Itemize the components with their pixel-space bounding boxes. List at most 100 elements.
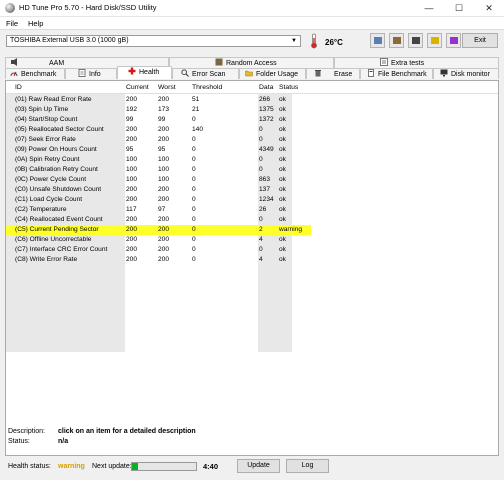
cell-worst: 95 xyxy=(158,146,165,153)
camera-icon xyxy=(412,37,420,44)
magnifier-icon xyxy=(181,69,189,77)
cell-current: 117 xyxy=(126,206,137,213)
cell-current: 200 xyxy=(126,136,137,143)
table-row[interactable]: (0A) Spin Retry Count10010000ok xyxy=(6,155,311,165)
tab-info[interactable]: Info xyxy=(65,68,117,79)
table-row[interactable]: (C4) Reallocated Event Count20020000ok xyxy=(6,215,311,225)
cell-worst: 200 xyxy=(158,96,169,103)
trash-icon xyxy=(314,69,322,77)
monitor-icon xyxy=(440,69,448,77)
countdown-value: 4:40 xyxy=(203,462,218,471)
cell-current: 100 xyxy=(126,166,137,173)
cell-current: 200 xyxy=(126,186,137,193)
cell-data: 0 xyxy=(259,166,263,173)
cell-id: (C7) Interface CRC Error Count xyxy=(15,246,107,253)
header-id[interactable]: ID xyxy=(15,84,22,91)
save-button[interactable] xyxy=(446,33,461,48)
header-worst[interactable]: Worst xyxy=(158,84,176,91)
cell-threshold: 0 xyxy=(192,196,196,203)
close-button[interactable]: ✕ xyxy=(474,0,504,16)
cell-threshold: 0 xyxy=(192,116,196,123)
extra-tests-icon xyxy=(380,58,388,66)
cell-worst: 200 xyxy=(158,256,169,263)
exit-button[interactable]: Exit xyxy=(462,33,498,48)
table-row[interactable]: (09) Power On Hours Count959504349ok xyxy=(6,145,311,155)
cell-status: warning xyxy=(279,226,302,233)
cell-current: 200 xyxy=(126,126,137,133)
copy-text-button[interactable] xyxy=(370,33,385,48)
cell-data: 4349 xyxy=(259,146,274,153)
cell-status: ok xyxy=(279,166,286,173)
health-cross-icon xyxy=(128,67,136,75)
cell-threshold: 0 xyxy=(192,176,196,183)
cell-current: 200 xyxy=(126,256,137,263)
cell-data: 0 xyxy=(259,216,263,223)
tab-error-scan[interactable]: Error Scan xyxy=(172,68,239,79)
header-data[interactable]: Data xyxy=(259,84,273,91)
cell-status: ok xyxy=(279,96,286,103)
cell-data: 2 xyxy=(259,226,263,233)
cell-id: (0C) Power Cycle Count xyxy=(15,176,86,183)
tab-error-scan-label: Error Scan xyxy=(192,71,225,78)
tab-extra-tests[interactable]: Extra tests xyxy=(334,57,499,68)
table-row[interactable]: (03) Spin Up Time192173211375ok xyxy=(6,105,311,115)
cell-status: ok xyxy=(279,156,286,163)
drive-select[interactable]: TOSHIBA External USB 3.0 (1000 gB) ▼ xyxy=(6,35,301,47)
folder-icon xyxy=(245,69,253,77)
tab-health-label: Health xyxy=(139,69,159,76)
table-row[interactable]: (C0) Unsafe Shutdown Count2002000137ok xyxy=(6,185,311,195)
cell-threshold: 0 xyxy=(192,236,196,243)
minimize-button[interactable]: — xyxy=(414,0,444,16)
cell-status: ok xyxy=(279,196,286,203)
header-current[interactable]: Current xyxy=(126,84,149,91)
cell-data: 0 xyxy=(259,136,263,143)
log-button[interactable]: Log xyxy=(286,459,329,473)
table-row[interactable]: (C1) Load Cycle Count20020001234ok xyxy=(6,195,311,205)
cell-worst: 200 xyxy=(158,126,169,133)
table-row[interactable]: (04) Start/Stop Count999901372ok xyxy=(6,115,311,125)
cell-status: ok xyxy=(279,126,286,133)
cell-threshold: 0 xyxy=(192,166,196,173)
maximize-button[interactable]: ☐ xyxy=(444,0,474,16)
screenshot-button[interactable] xyxy=(408,33,423,48)
cell-id: (0A) Spin Retry Count xyxy=(15,156,80,163)
random-access-icon xyxy=(215,58,223,66)
tab-disk-monitor[interactable]: Disk monitor xyxy=(433,68,499,79)
table-row[interactable]: (0C) Power Cycle Count1001000863ok xyxy=(6,175,311,185)
options-button[interactable] xyxy=(427,33,442,48)
table-row[interactable]: (0B) Calibration Retry Count10010000ok xyxy=(6,165,311,175)
tab-erase[interactable]: Erase xyxy=(306,68,360,79)
tab-random-access-label: Random Access xyxy=(226,60,277,67)
table-row[interactable]: (07) Seek Error Rate20020000ok xyxy=(6,135,311,145)
table-row[interactable]: (01) Raw Read Error Rate20020051266ok xyxy=(6,95,311,105)
cell-threshold: 0 xyxy=(192,246,196,253)
tab-disk-monitor-label: Disk monitor xyxy=(451,71,490,78)
cell-current: 200 xyxy=(126,226,137,233)
clipboard-icon xyxy=(393,37,401,44)
header-threshold[interactable]: Threshold xyxy=(192,84,222,91)
cell-threshold: 140 xyxy=(192,126,203,133)
cell-current: 100 xyxy=(126,156,137,163)
tab-benchmark[interactable]: Benchmark xyxy=(5,68,65,79)
tab-folder-usage[interactable]: Folder Usage xyxy=(239,68,306,79)
cell-worst: 200 xyxy=(158,186,169,193)
table-row[interactable]: (C8) Write Error Rate20020004ok xyxy=(6,255,311,265)
table-row[interactable]: (C2) Temperature11797026ok xyxy=(6,205,311,215)
status-value: n/a xyxy=(58,438,68,445)
cell-id: (C0) Unsafe Shutdown Count xyxy=(15,186,101,193)
tab-health[interactable]: Health xyxy=(117,66,172,79)
copy-screen-button[interactable] xyxy=(389,33,404,48)
menu-help[interactable]: Help xyxy=(28,19,43,28)
menu-file[interactable]: File xyxy=(6,19,18,28)
table-row[interactable]: (C6) Offline Uncorrectable20020004ok xyxy=(6,235,311,245)
cell-threshold: 0 xyxy=(192,186,196,193)
header-status[interactable]: Status xyxy=(279,84,298,91)
tab-random-access[interactable]: Random Access xyxy=(169,57,334,68)
cell-id: (C4) Reallocated Event Count xyxy=(15,216,103,223)
table-row[interactable]: (C5) Current Pending Sector20020002warni… xyxy=(6,225,311,235)
update-progress-bar xyxy=(131,462,197,471)
table-row[interactable]: (C7) Interface CRC Error Count20020000ok xyxy=(6,245,311,255)
table-row[interactable]: (05) Reallocated Sector Count2002001400o… xyxy=(6,125,311,135)
tab-file-benchmark[interactable]: File Benchmark xyxy=(360,68,433,79)
update-button[interactable]: Update xyxy=(237,459,280,473)
